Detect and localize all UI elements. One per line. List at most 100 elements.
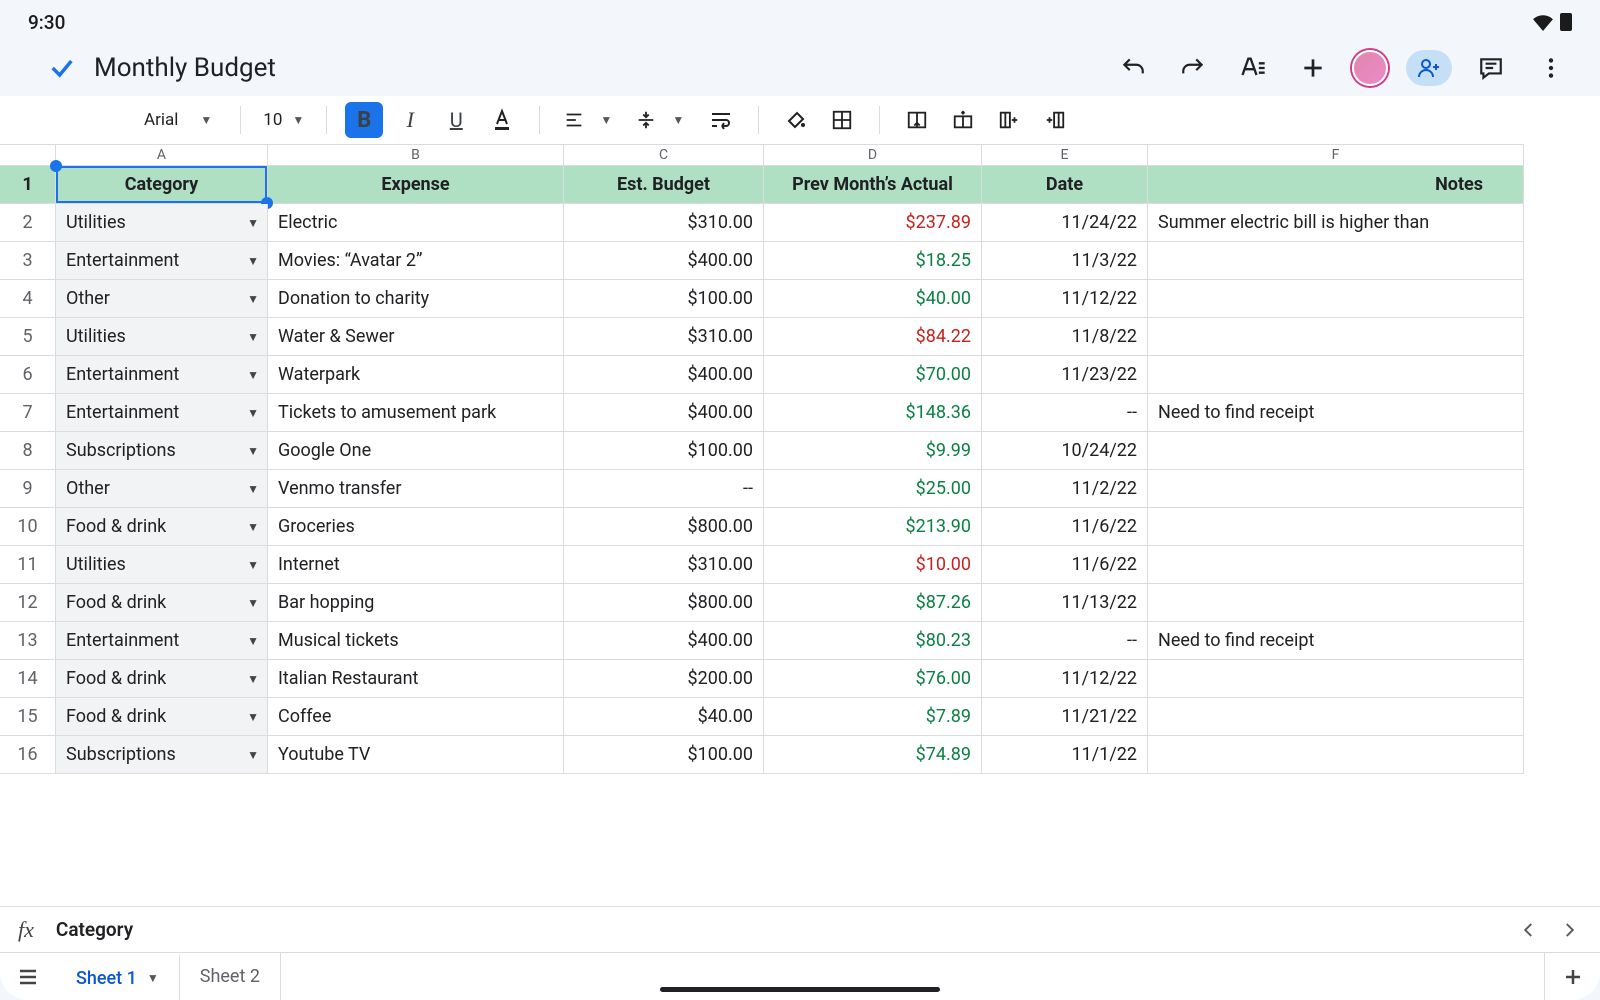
text-color-button[interactable]: [483, 102, 521, 138]
category-dropdown-cell[interactable]: Subscriptions▼: [56, 736, 268, 774]
cell[interactable]: Water & Sewer: [268, 318, 564, 356]
category-dropdown-cell[interactable]: Entertainment▼: [56, 356, 268, 394]
text-format-button[interactable]: [1232, 47, 1274, 89]
cell[interactable]: $70.00: [764, 356, 982, 394]
cell[interactable]: $74.89: [764, 736, 982, 774]
category-dropdown-cell[interactable]: Entertainment▼: [56, 394, 268, 432]
cell[interactable]: $400.00: [564, 394, 764, 432]
undo-button[interactable]: [1112, 47, 1154, 89]
sheet-tab-active[interactable]: Sheet 1▼: [56, 953, 180, 1000]
row-number[interactable]: 16: [0, 736, 56, 774]
cell[interactable]: $800.00: [564, 584, 764, 622]
cell[interactable]: Musical tickets: [268, 622, 564, 660]
font-family-select[interactable]: Arial▼: [134, 110, 222, 130]
fill-color-button[interactable]: [777, 102, 815, 138]
col-header[interactable]: A: [56, 144, 268, 166]
row-number[interactable]: 14: [0, 660, 56, 698]
category-dropdown-cell[interactable]: Food & drink▼: [56, 698, 268, 736]
category-dropdown-cell[interactable]: Entertainment▼: [56, 242, 268, 280]
cell[interactable]: $76.00: [764, 660, 982, 698]
next-icon[interactable]: [1560, 921, 1578, 939]
underline-button[interactable]: U: [437, 102, 475, 138]
cell[interactable]: --: [982, 622, 1148, 660]
category-dropdown-cell[interactable]: Utilities▼: [56, 318, 268, 356]
insert-cells-button[interactable]: [944, 102, 982, 138]
cell[interactable]: $87.26: [764, 584, 982, 622]
row-number[interactable]: 5: [0, 318, 56, 356]
cell[interactable]: $7.89: [764, 698, 982, 736]
cell[interactable]: 11/12/22: [982, 280, 1148, 318]
cell[interactable]: $40.00: [764, 280, 982, 318]
italic-button[interactable]: I: [391, 102, 429, 138]
cell[interactable]: $213.90: [764, 508, 982, 546]
cell[interactable]: $84.22: [764, 318, 982, 356]
cell[interactable]: $9.99: [764, 432, 982, 470]
horizontal-align-button[interactable]: ▼: [558, 102, 622, 138]
cell[interactable]: 11/6/22: [982, 546, 1148, 584]
row-number[interactable]: 7: [0, 394, 56, 432]
row-number[interactable]: 15: [0, 698, 56, 736]
cell[interactable]: 11/2/22: [982, 470, 1148, 508]
cell[interactable]: $310.00: [564, 546, 764, 584]
bold-button[interactable]: B: [345, 102, 383, 138]
font-size-select[interactable]: 10▼: [259, 110, 308, 130]
col-header[interactable]: F: [1148, 144, 1524, 166]
cell[interactable]: Tickets to amusement park: [268, 394, 564, 432]
cell[interactable]: [1148, 698, 1524, 736]
row-number[interactable]: 3: [0, 242, 56, 280]
cell[interactable]: $100.00: [564, 280, 764, 318]
cell[interactable]: [1148, 508, 1524, 546]
row-number[interactable]: 10: [0, 508, 56, 546]
cell[interactable]: 11/24/22: [982, 204, 1148, 242]
cell[interactable]: [1148, 584, 1524, 622]
cell[interactable]: [1148, 318, 1524, 356]
category-dropdown-cell[interactable]: Subscriptions▼: [56, 432, 268, 470]
cell[interactable]: $25.00: [764, 470, 982, 508]
select-all-corner[interactable]: [0, 144, 56, 166]
all-sheets-button[interactable]: [0, 965, 56, 989]
cell[interactable]: --: [564, 470, 764, 508]
cell[interactable]: Summer electric bill is higher than: [1148, 204, 1524, 242]
cell[interactable]: Groceries: [268, 508, 564, 546]
col-header[interactable]: C: [564, 144, 764, 166]
prev-icon[interactable]: [1520, 921, 1538, 939]
row-number[interactable]: 12: [0, 584, 56, 622]
cell[interactable]: 11/3/22: [982, 242, 1148, 280]
row-number[interactable]: 1: [0, 166, 56, 204]
vertical-align-button[interactable]: ▼: [630, 102, 694, 138]
formula-bar[interactable]: fx Category: [0, 906, 1600, 952]
cell[interactable]: Donation to charity: [268, 280, 564, 318]
cell[interactable]: $800.00: [564, 508, 764, 546]
cell[interactable]: Est. Budget: [564, 166, 764, 204]
redo-button[interactable]: [1172, 47, 1214, 89]
cell[interactable]: Waterpark: [268, 356, 564, 394]
cell[interactable]: [1148, 546, 1524, 584]
cell[interactable]: 11/12/22: [982, 660, 1148, 698]
cell[interactable]: $80.23: [764, 622, 982, 660]
category-dropdown-cell[interactable]: Utilities▼: [56, 204, 268, 242]
cell[interactable]: [1148, 736, 1524, 774]
insert-column-right-button[interactable]: [990, 102, 1028, 138]
cell[interactable]: $400.00: [564, 242, 764, 280]
freeze-button[interactable]: [898, 102, 936, 138]
cell[interactable]: 11/13/22: [982, 584, 1148, 622]
spreadsheet-grid[interactable]: A B C D E F 1CategoryExpenseEst. BudgetP…: [0, 144, 1600, 906]
comments-button[interactable]: [1470, 47, 1512, 89]
cell[interactable]: [1148, 356, 1524, 394]
cell[interactable]: $18.25: [764, 242, 982, 280]
category-dropdown-cell[interactable]: Other▼: [56, 470, 268, 508]
cell[interactable]: 11/1/22: [982, 736, 1148, 774]
cell[interactable]: 11/21/22: [982, 698, 1148, 736]
cell[interactable]: $310.00: [564, 204, 764, 242]
cell[interactable]: $200.00: [564, 660, 764, 698]
cell[interactable]: 11/6/22: [982, 508, 1148, 546]
col-header[interactable]: D: [764, 144, 982, 166]
cell[interactable]: Venmo transfer: [268, 470, 564, 508]
row-number[interactable]: 2: [0, 204, 56, 242]
cell[interactable]: $400.00: [564, 622, 764, 660]
cell[interactable]: $237.89: [764, 204, 982, 242]
row-number[interactable]: 6: [0, 356, 56, 394]
column-headers[interactable]: A B C D E F: [0, 144, 1524, 166]
add-sheet-button[interactable]: [1544, 953, 1600, 1000]
cell[interactable]: $40.00: [564, 698, 764, 736]
